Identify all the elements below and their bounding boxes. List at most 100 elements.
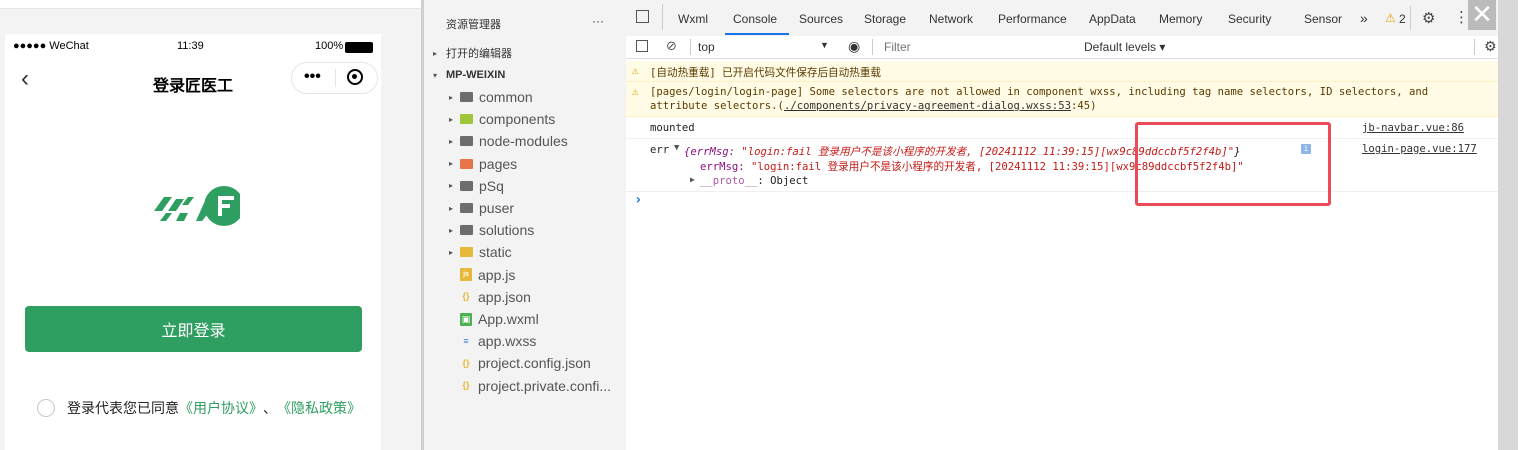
sidebar-toggle-icon[interactable]	[636, 40, 648, 52]
folder-icon	[460, 92, 473, 102]
tab-security[interactable]: Security	[1228, 12, 1271, 26]
privacy-policy-link[interactable]: 《隐私政策》	[277, 398, 361, 418]
folder-icon	[460, 203, 473, 213]
selector-warning-suffix: :45)	[1070, 100, 1097, 112]
selector-warning-line2: attribute selectors.(./components/privac…	[650, 100, 1096, 112]
tab-appdata[interactable]: AppData	[1089, 12, 1136, 26]
filter-input[interactable]	[880, 38, 1078, 55]
toolbar-divider-3	[1474, 39, 1475, 55]
explorer-folder[interactable]: ▸ common	[424, 86, 626, 108]
open-editors-section[interactable]: ▸ 打开的编辑器	[424, 42, 626, 64]
selector-warning-line1: [pages/login/login-page] Some selectors …	[650, 86, 1429, 98]
explorer-more-icon[interactable]: ···	[592, 14, 604, 28]
js-file-icon: js	[460, 268, 472, 282]
tab-network[interactable]: Network	[929, 12, 973, 26]
tab-performance[interactable]: Performance	[998, 12, 1067, 26]
wxss-file-icon: ≡	[463, 335, 469, 346]
console-message-error-object: err ▼ {errMsg: "login:fail 登录用户不是该小程序的开发…	[626, 139, 1498, 192]
phone-screen: ●●●●● WeChat 11:39 100% ‹ 登录匠医工 ••• 立即登录…	[5, 34, 381, 450]
chevron-down-icon: ▾	[432, 70, 437, 80]
file-name: components	[479, 111, 556, 128]
chevron-right-icon: ▸	[448, 92, 453, 102]
tab-console[interactable]: Console	[733, 12, 777, 26]
status-carrier: ●●●●● WeChat	[13, 40, 89, 52]
chevron-right-icon: ▸	[448, 203, 453, 213]
explorer-folder[interactable]: ▸ node-modules	[424, 130, 626, 152]
close-icon[interactable]: ✕	[1468, 0, 1496, 30]
console-prompt[interactable]: ›	[626, 192, 1498, 210]
file-name: app.json	[478, 288, 531, 305]
context-dropdown-icon[interactable]: ▼	[820, 40, 829, 50]
chevron-right-icon: ▸	[448, 114, 453, 124]
explorer-file[interactable]: ≡ app.wxss	[424, 330, 626, 352]
folder-icon	[460, 158, 473, 169]
explorer-file[interactable]: {} project.config.json	[424, 352, 626, 374]
err-summary-key: {errMsg:	[684, 146, 742, 158]
explorer-file[interactable]: {} project.private.confi...	[424, 375, 626, 397]
explorer-folder[interactable]: ▸ components	[424, 108, 626, 130]
chevron-right-icon: ▸	[448, 225, 453, 235]
context-select[interactable]: top	[698, 40, 715, 54]
gear-icon[interactable]: ⚙	[1422, 9, 1435, 27]
file-name: project.private.confi...	[478, 377, 612, 394]
tab-wxml[interactable]: Wxml	[678, 12, 708, 26]
kebab-menu-icon[interactable]: ⋮	[1454, 8, 1469, 26]
explorer-file[interactable]: {} app.json	[424, 286, 626, 308]
more-dots-icon[interactable]: •••	[304, 68, 321, 86]
annotation-highlight-box	[1135, 122, 1331, 206]
devtools-tabbar: » ⚠ 2 ⚙ ⋮ Wxml Console Sources Storage Netwo…	[626, 0, 1498, 37]
tab-storage[interactable]: Storage	[864, 12, 906, 26]
agree-text: 登录代表您已同意	[67, 400, 179, 416]
agree-radio[interactable]	[37, 399, 55, 417]
console-settings-icon[interactable]: ⚙	[1484, 38, 1497, 55]
warning-icon[interactable]: ⚠	[1385, 11, 1396, 25]
prompt-chevron-icon: ›	[634, 192, 643, 208]
explorer-file[interactable]: ▣ App.wxml	[424, 308, 626, 330]
source-link[interactable]: jb-navbar.vue:86	[1362, 122, 1464, 134]
close-miniprogram-icon[interactable]	[347, 69, 363, 85]
file-name: project.config.json	[478, 355, 591, 372]
status-battery: 100%	[315, 40, 344, 52]
explorer-folder[interactable]: ▸ pages	[424, 153, 626, 175]
explorer-folder[interactable]: ▸ static	[424, 241, 626, 263]
chevron-right-icon: ▸	[448, 136, 453, 146]
simulator-panel: ●●●●● WeChat 11:39 100% ‹ 登录匠医工 ••• 立即登录…	[0, 0, 425, 450]
tab-sensor[interactable]: Sensor	[1304, 12, 1342, 26]
mini-program-capsule[interactable]: •••	[291, 62, 378, 94]
devtools-panel: » ⚠ 2 ⚙ ⋮ Wxml Console Sources Storage Netwo…	[626, 0, 1498, 450]
project-root[interactable]: ▾ MP-WEIXIN	[424, 64, 626, 86]
more-tabs-icon[interactable]: »	[1360, 10, 1368, 26]
hot-reload-message: [自动热重载] 已开启代码文件保存后自动热重载	[650, 67, 882, 79]
eye-icon[interactable]: ◉	[848, 38, 860, 55]
folder-icon	[460, 136, 473, 147]
proto-property[interactable]: __proto__: Object	[700, 175, 808, 187]
expand-triangle-icon[interactable]: ▼	[674, 143, 679, 153]
status-time: 11:39	[177, 40, 204, 52]
inspect-element-icon[interactable]	[636, 10, 649, 23]
explorer-file[interactable]: js app.js	[424, 264, 626, 286]
tab-memory[interactable]: Memory	[1159, 12, 1202, 26]
log-levels-select[interactable]: Default levels ▾	[1084, 40, 1165, 54]
clear-console-icon[interactable]: ⊘	[666, 38, 677, 54]
warning-count[interactable]: 2	[1399, 12, 1406, 26]
file-name: puser	[479, 200, 515, 216]
chevron-right-icon: ▸	[432, 48, 437, 58]
explorer-folder[interactable]: ▸ solutions	[424, 219, 626, 241]
selector-warning-prefix: attribute selectors.(	[650, 100, 784, 112]
file-name: pSq	[479, 177, 504, 194]
tab-sources[interactable]: Sources	[799, 12, 843, 26]
source-link[interactable]: ./components/privacy-agreement-dialog.wx…	[784, 100, 1071, 112]
tab-divider	[662, 4, 663, 30]
source-link[interactable]: login-page.vue:177	[1362, 143, 1477, 155]
tab-divider-2	[1410, 6, 1411, 30]
app-logo-icon	[150, 181, 244, 229]
login-button[interactable]: 立即登录	[25, 306, 362, 352]
file-name: static	[479, 244, 512, 261]
explorer-folder[interactable]: ▸ puser	[424, 197, 626, 219]
expand-triangle-icon[interactable]: ▶	[690, 175, 695, 184]
explorer-folder[interactable]: ▸ pSq	[424, 175, 626, 197]
chevron-right-icon: ▸	[448, 247, 453, 257]
file-name: solutions	[479, 222, 535, 239]
user-agreement-link[interactable]: 《用户协议》	[179, 398, 263, 418]
explorer-title: 资源管理器	[446, 19, 501, 31]
